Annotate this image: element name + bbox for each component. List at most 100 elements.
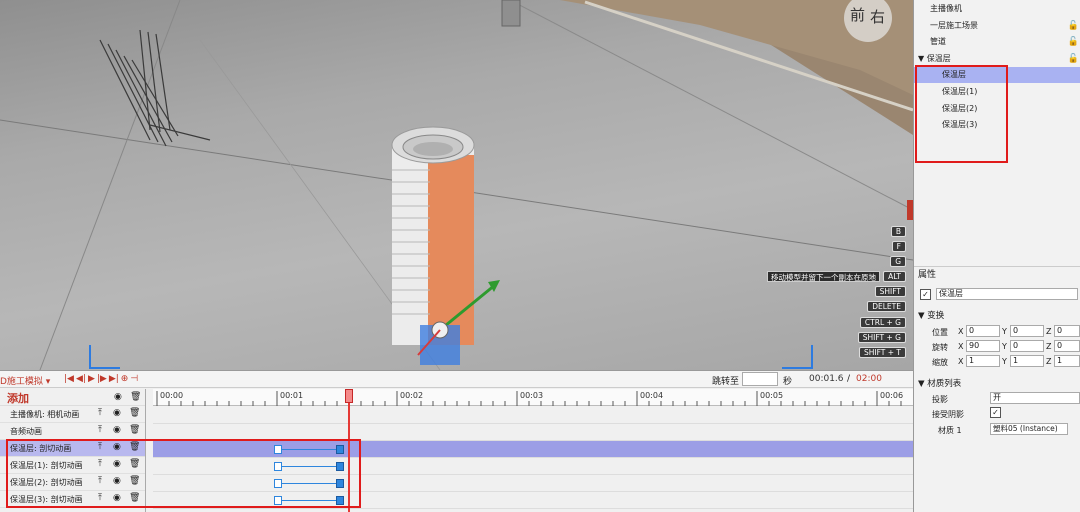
trash-icon[interactable]: 🗑 [129,476,140,486]
track-lane[interactable] [153,458,913,475]
nav-cube-labels[interactable]: 前 右 [846,2,890,38]
track-list: 添加 ◉ 🗑 主播像机: 相机动画 ⤒ ◉ 🗑 音频动画 ⤒ ◉ 🗑 保温层: 剖切动画 ⤒ ◉ 🗑 保… [0,389,146,512]
scene-tree-item[interactable]: 管道 🔓 [914,34,1080,50]
keyframe-start[interactable] [274,462,282,471]
track-lane[interactable] [153,407,913,424]
scene-item-label: 主播像机 [930,4,962,13]
transform-section[interactable]: ▼ 变换 [918,309,944,321]
nav-cube-front[interactable]: 前 [850,4,865,25]
keyframe-end[interactable] [336,462,344,471]
add-track-button[interactable]: 添加 [7,390,29,406]
trash-icon[interactable]: 🗑 [129,459,140,469]
trash-icon[interactable]: 🗑 [129,408,140,418]
track-lane[interactable] [153,441,913,458]
track-lane[interactable] [153,492,913,509]
scale-z-field[interactable]: 1 [1054,355,1080,367]
eye-icon[interactable]: ◉ [113,408,121,418]
keyframe-end[interactable] [336,445,344,454]
material-section[interactable]: ▼ 材质列表 [918,377,961,389]
top-icon[interactable]: ⤒ [98,493,102,503]
keyframe-end[interactable] [336,496,344,505]
track-lane[interactable] [153,424,913,441]
tracks: 主播像机: 相机动画 ⤒ ◉ 🗑 音频动画 ⤒ ◉ 🗑 保温层: 剖切动画 ⤒ ◉ 🗑 保温层(1): … [0,406,145,508]
rotation-y-field[interactable]: 0 [1010,340,1044,352]
trash-icon[interactable]: 🗑 [129,493,140,503]
playhead-handle[interactable] [345,389,353,403]
eye-icon[interactable]: ◉ [114,392,122,402]
time-ruler[interactable]: 00:00 00:01 00:02 00:03 00:04 00:05 00:06 [153,389,913,406]
properties-header: 属性 [914,266,1080,282]
visible-checkbox[interactable]: ✓ [920,289,931,300]
track-row[interactable]: 主播像机: 相机动画 ⤒ ◉ 🗑 [0,406,145,423]
receive-shadow-checkbox[interactable]: ✓ [990,407,1001,418]
position-x-field[interactable]: 0 [966,325,1000,337]
track-row[interactable]: 保温层(3): 剖切动画 ⤒ ◉ 🗑 [0,491,145,508]
scene-tree-item[interactable]: 一层施工场景 🔓 [914,18,1080,34]
ruler-label: 00:04 [640,391,663,400]
rotation-z-field[interactable]: 0 [1054,340,1080,352]
top-icon[interactable]: ⤒ [98,442,102,452]
playhead[interactable] [348,389,350,512]
trash-icon[interactable]: 🗑 [129,442,140,452]
playback-button[interactable]: ▶| [109,373,119,385]
axis-z-label: Z [1046,357,1052,366]
total-time[interactable]: 02:00 [856,374,882,384]
scene-tree-item[interactable]: 保温层(2) [914,101,1080,117]
playback-button[interactable]: ⊣ [130,373,138,385]
insulation-cut [428,155,474,345]
material1-field[interactable]: 塑料05 (Instance) [990,423,1068,435]
lock-icon[interactable]: 🔓 [1068,34,1079,50]
lock-icon[interactable]: 🔓 [1068,18,1079,34]
playback-button[interactable]: |▶ [97,373,107,385]
shortcut-key: SHIFT + G [857,332,906,343]
axis-x-label: X [958,342,964,351]
keyframe-start[interactable] [274,479,282,488]
eye-icon[interactable]: ◉ [113,459,121,469]
shortcut-key: SHIFT [874,286,906,297]
scene-tree-item[interactable]: 保温层(3) [914,117,1080,133]
top-icon[interactable]: ⤒ [98,408,102,418]
track-row[interactable]: 保温层(1): 剖切动画 ⤒ ◉ 🗑 [0,457,145,474]
scene-tree-item[interactable]: 保温层(1) [914,84,1080,100]
playback-button[interactable]: ◀| [76,373,86,385]
3d-viewport[interactable]: 前 右 移动模型并留下一个副本在原地 B F G ALT SHIFT DELETE CTRL… [0,0,913,370]
scale-y-field[interactable]: 1 [1010,355,1044,367]
keyframe-start[interactable] [274,445,282,454]
nav-cube-right[interactable]: 右 [870,6,885,27]
axis-x-label: X [958,357,964,366]
top-icon[interactable]: ⤒ [98,459,102,469]
animation-mode-select[interactable]: D施工模拟 ▾ [0,374,50,387]
object-name-field[interactable]: 保温层 [936,288,1078,300]
track-lane[interactable] [153,475,913,492]
eye-icon[interactable]: ◉ [113,476,121,486]
shadow-select[interactable]: 开 [990,392,1080,404]
scene-tree-item[interactable]: 主播像机 [914,1,1080,17]
scene-tree-item[interactable]: 保温层 [914,67,1080,84]
scene-render [0,0,913,370]
trash-icon[interactable]: 🗑 [130,392,141,402]
trash-icon[interactable]: 🗑 [129,425,140,435]
lock-icon[interactable]: 🔓 [1068,51,1079,67]
track-row[interactable]: 保温层(2): 剖切动画 ⤒ ◉ 🗑 [0,474,145,491]
scale-x-field[interactable]: 1 [966,355,1000,367]
track-row[interactable]: 音频动画 ⤒ ◉ 🗑 [0,423,145,440]
top-icon[interactable]: ⤒ [98,425,102,435]
tooltip-hint: 移动模型并留下一个副本在原地 [767,271,880,282]
position-z-field[interactable]: 0 [1054,325,1080,337]
position-y-field[interactable]: 0 [1010,325,1044,337]
playback-button[interactable]: |◀ [64,373,74,385]
keyframe-start[interactable] [274,496,282,505]
scene-tree-item[interactable]: ▼ 保温层 🔓 [914,51,1080,67]
eye-icon[interactable]: ◉ [113,442,121,452]
eye-icon[interactable]: ◉ [113,425,121,435]
timeline-panel: D施工模拟 ▾ |◀ ◀| ▶ |▶ ▶| ⊕ ⊣ 跳转至 秒 00:01.6 / 02:0… [0,370,913,512]
eye-icon[interactable]: ◉ [113,493,121,503]
keyframe-end[interactable] [336,479,344,488]
track-lanes[interactable] [153,407,913,512]
rotation-x-field[interactable]: 90 [966,340,1000,352]
playback-button[interactable]: ⊕ [121,373,129,385]
playback-button[interactable]: ▶ [88,373,95,385]
jump-time-input[interactable] [742,372,778,386]
top-icon[interactable]: ⤒ [98,476,102,486]
track-row[interactable]: 保温层: 剖切动画 ⤒ ◉ 🗑 [0,440,145,457]
